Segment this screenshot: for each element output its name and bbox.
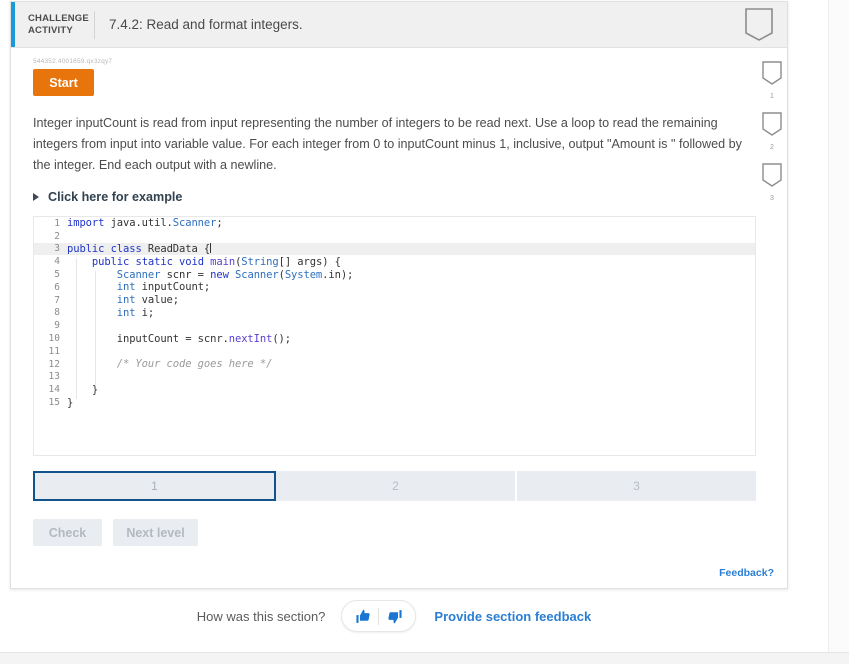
triangle-right-icon [33, 193, 39, 201]
code-line: 15} [34, 396, 755, 409]
check-button[interactable]: Check [33, 519, 102, 546]
code-line-text: inputCount = scnr.nextInt(); [67, 332, 291, 345]
code-line-number: 4 [54, 256, 60, 268]
header-divider [94, 10, 95, 39]
thumbs-up-icon[interactable] [348, 602, 378, 630]
level-tab-2-label: 2 [392, 479, 399, 493]
code-line: 4 public static void main(String[] args)… [34, 255, 755, 268]
code-line: 1 import java.util.Scanner; [34, 217, 755, 230]
bookmark-icon [761, 162, 783, 193]
code-line: 7 int value; [34, 294, 755, 307]
right-gutter [828, 0, 849, 663]
instruction-text: Integer inputCount is read from input re… [33, 116, 742, 172]
right-rail: 1 2 3 [752, 60, 792, 213]
bottom-strip [0, 652, 849, 664]
challenge-activity-card: CHALLENGE ACTIVITY 7.4.2: Read and forma… [10, 1, 788, 589]
example-toggle-label: Click here for example [48, 190, 183, 204]
activity-body: 544352.4001659.qx3zqy7 Start Integer inp… [11, 58, 787, 546]
code-line-number: 7 [54, 294, 60, 306]
code-line: 11 [34, 345, 755, 358]
vote-pill [341, 600, 417, 632]
code-line-text: int i; [116, 306, 155, 319]
code-editor[interactable]: 1 import java.util.Scanner; 2 3 public clas… [33, 216, 756, 456]
code-line-number: 12 [48, 358, 60, 370]
thumbs-down-icon[interactable] [379, 602, 409, 630]
code-line: 14 } [34, 383, 755, 396]
bookmark-icon[interactable] [744, 7, 774, 48]
code-line-text: public static void main(String[] args) { [91, 255, 341, 268]
code-line-text: int value; [116, 294, 180, 307]
click-here-for-example-toggle[interactable]: Click here for example [33, 190, 182, 204]
header-accent-bar [11, 2, 15, 47]
level-tabs: 1 2 3 [33, 471, 756, 501]
level-tab-1[interactable]: 1 [33, 471, 276, 501]
next-level-button[interactable]: Next level [113, 519, 198, 546]
activity-title: 7.4.2: Read and format integers. [109, 17, 303, 32]
code-line-number: 15 [48, 397, 60, 409]
page-root: CHALLENGE ACTIVITY 7.4.2: Read and forma… [0, 0, 849, 664]
code-line-text: } [67, 396, 74, 409]
code-line: 9 [34, 319, 755, 332]
code-line-number: 6 [54, 281, 60, 293]
rail-bookmark-number: 2 [770, 144, 774, 151]
code-line-text: Scanner scnr = new Scanner(System.in); [116, 268, 354, 281]
rail-bookmark-3[interactable]: 3 [761, 162, 783, 202]
code-line-text: } [67, 383, 99, 396]
code-line: 3 public class ReadData { [34, 242, 755, 256]
code-line: 12 /* Your code goes here */ [34, 358, 755, 371]
rail-bookmark-2[interactable]: 2 [761, 111, 783, 151]
activity-id-text: 544352.4001659.qx3zqy7 [33, 58, 113, 65]
code-line: 8 int i; [34, 307, 755, 320]
code-line-number: 13 [48, 371, 60, 383]
code-line: 5 Scanner scnr = new Scanner(System.in); [34, 268, 755, 281]
section-feedback-question: How was this section? [196, 608, 326, 624]
code-line-text: import java.util.Scanner; [67, 217, 223, 230]
code-line: 2 [34, 230, 755, 243]
code-line-number: 9 [54, 320, 60, 332]
code-line-number: 14 [48, 384, 60, 396]
code-line-text: /* Your code goes here */ [67, 358, 273, 371]
code-line-number: 11 [48, 345, 60, 357]
code-line-number: 3 [54, 243, 60, 255]
level-tab-1-label: 1 [151, 479, 158, 493]
code-line-text: int inputCount; [116, 281, 211, 294]
code-line-number: 8 [54, 307, 60, 319]
bookmark-icon [761, 60, 783, 91]
code-line-text: public class ReadData { [67, 242, 212, 255]
code-line: 13 [34, 371, 755, 384]
bookmark-icon [761, 111, 783, 142]
provide-section-feedback-link[interactable]: Provide section feedback [434, 609, 591, 624]
level-tab-3-label: 3 [633, 479, 640, 493]
rail-bookmark-1[interactable]: 1 [761, 60, 783, 100]
code-lines-container: 1 import java.util.Scanner; 2 3 public clas… [34, 217, 755, 409]
section-feedback-row: How was this section? Provide section fe… [0, 600, 788, 632]
rail-bookmark-number: 3 [770, 195, 774, 202]
code-line: 10 inputCount = scnr.nextInt(); [34, 332, 755, 345]
code-line-number: 5 [54, 269, 60, 281]
level-tab-3[interactable]: 3 [517, 471, 756, 501]
activity-kicker-label: CHALLENGE ACTIVITY [28, 12, 89, 36]
code-line-number: 1 [54, 217, 60, 229]
feedback-link[interactable]: Feedback? [719, 567, 774, 579]
code-line-number: 2 [54, 230, 60, 242]
level-tab-2[interactable]: 2 [276, 471, 517, 501]
code-line-number: 10 [48, 333, 60, 345]
code-line: 6 int inputCount; [34, 281, 755, 294]
rail-bookmark-number: 1 [770, 93, 774, 100]
start-button[interactable]: Start [33, 69, 94, 96]
activity-header: CHALLENGE ACTIVITY 7.4.2: Read and forma… [11, 2, 787, 48]
action-button-row: Check Next level [33, 519, 765, 546]
